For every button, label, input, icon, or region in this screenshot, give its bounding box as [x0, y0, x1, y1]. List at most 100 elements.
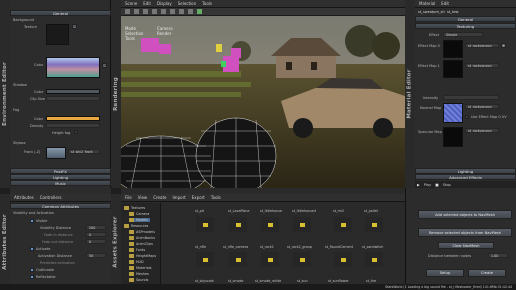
light-icon[interactable]: [188, 9, 193, 14]
node-distance-field[interactable]: 1.00: [488, 253, 508, 258]
use-effect-map-checkbox[interactable]: [465, 115, 469, 119]
activation-distance-field[interactable]: 50: [86, 253, 106, 258]
clear-navmesh-button[interactable]: Clear NavMesh: [438, 242, 494, 249]
tree-item-materials[interactable]: Materials: [129, 266, 152, 270]
menu-export[interactable]: Export: [192, 195, 205, 200]
tree-item-hud[interactable]: HUD: [129, 260, 144, 264]
play-button-icon[interactable]: ▶: [417, 183, 420, 187]
asset-thumbnail[interactable]: [260, 216, 280, 233]
tree-item-aspmodels[interactable]: ASPmodels: [129, 230, 155, 234]
asset-thumbnail[interactable]: [364, 251, 384, 268]
fade-in-field[interactable]: 0: [86, 232, 106, 237]
reflectable-checkbox[interactable]: [30, 275, 34, 279]
shadow-color-swatch[interactable]: [46, 89, 100, 94]
background-color-gradient[interactable]: [46, 57, 100, 78]
rendering-tab[interactable]: Rendering: [111, 0, 121, 188]
tree-item-resources[interactable]: Resources: [124, 224, 148, 228]
menu-scene[interactable]: Scene: [125, 1, 137, 6]
grid-icon[interactable]: [170, 9, 175, 14]
asset-name[interactable]: st_sunflower: [328, 279, 349, 283]
menu-attributes[interactable]: Attributes: [14, 195, 34, 200]
asset-name[interactable]: st_smoke_white: [255, 279, 281, 283]
texturing-header[interactable]: Texturing: [415, 23, 516, 29]
material-general-header[interactable]: General: [415, 16, 516, 22]
shadow-clip-field[interactable]: [46, 96, 100, 101]
asset-name[interactable]: st_rock2_group: [287, 245, 312, 249]
color-picker-button[interactable]: …: [102, 63, 107, 68]
fog-color-swatch[interactable]: [46, 116, 100, 121]
skybox-front-swatch[interactable]: [46, 147, 66, 159]
skybox-front-field[interactable]: st_sky2_front: [68, 149, 100, 154]
normal-map-field[interactable]: st_rockcanyon: [465, 104, 499, 109]
menu-view[interactable]: View: [138, 195, 148, 200]
menu-import[interactable]: Import: [173, 195, 186, 200]
asset-thumbnail[interactable]: [260, 251, 280, 268]
asset-name[interactable]: st_sandwitch: [362, 245, 383, 249]
asset-name[interactable]: st_tire: [366, 279, 376, 283]
effect-map-0-field[interactable]: st_rockcanyon: [465, 43, 499, 48]
remove-from-navmesh-button[interactable]: Remove selected objects from NavMesh: [418, 228, 512, 237]
tree-item-meshes[interactable]: Meshes: [129, 272, 149, 276]
camera-icon[interactable]: [179, 9, 184, 14]
asset-name[interactable]: st_pallet: [364, 209, 378, 213]
tree-item-sounds[interactable]: Sounds: [129, 278, 148, 282]
effect-map-1-field[interactable]: st_rockcanyon: [465, 63, 499, 68]
asset-thumbnail[interactable]: [333, 251, 353, 268]
snap-icon[interactable]: [161, 9, 166, 14]
asset-name[interactable]: st_sun: [297, 279, 308, 283]
menu-display[interactable]: Display: [157, 1, 172, 6]
outlinable-checkbox[interactable]: [30, 268, 34, 272]
move-icon[interactable]: [134, 9, 139, 14]
tree-item-textures[interactable]: Textures: [124, 206, 145, 210]
specular-map-swatch[interactable]: [443, 127, 463, 147]
asset-thumbnail[interactable]: [292, 216, 312, 233]
asset-thumbnail[interactable]: [364, 216, 384, 233]
fog-height-checkbox[interactable]: [74, 130, 78, 134]
assets-explorer-tab[interactable]: Assets Explorer: [111, 194, 121, 290]
menu-controllers[interactable]: Controllers: [40, 195, 62, 200]
asset-name[interactable]: st_littlehouse: [260, 209, 282, 213]
music-header[interactable]: Music: [10, 180, 111, 186]
asset-thumbnail[interactable]: [228, 216, 248, 233]
rotate-icon[interactable]: [143, 9, 148, 14]
material-editor-tab[interactable]: Material Editor: [405, 0, 415, 188]
asset-name[interactable]: st_skyscale: [195, 279, 214, 283]
asset-name[interactable]: st_rock2: [260, 245, 274, 249]
stop-button-icon[interactable]: ■: [435, 183, 438, 187]
3d-viewport[interactable]: Mode Selection Tools Camera Render: [121, 16, 405, 188]
asset-thumbnail[interactable]: [228, 251, 248, 268]
specular-map-field[interactable]: st_rockcanyon: [465, 128, 499, 133]
asset-name[interactable]: st_littlehouse4: [292, 209, 316, 213]
menu-material-edit[interactable]: Edit: [441, 1, 449, 6]
common-attributes-header[interactable]: Common Attributes: [10, 203, 111, 209]
play-button[interactable]: Play: [424, 183, 432, 187]
environment-editor-tab[interactable]: Environment Editor: [0, 0, 10, 188]
fog-density-field[interactable]: [46, 123, 100, 128]
menu-file[interactable]: File: [125, 195, 132, 200]
tree-item-fonts[interactable]: Fonts: [129, 248, 145, 252]
tree-item-animbanks[interactable]: AnimBanks: [129, 236, 155, 240]
asset-name[interactable]: st_smoke: [228, 279, 243, 283]
add-to-navmesh-button[interactable]: Add selected objects to NavMesh: [418, 210, 512, 219]
asset-thumbnail[interactable]: [195, 216, 215, 233]
effect-map-0-clear-button[interactable]: ×: [501, 43, 506, 48]
advanced-effects-header[interactable]: Advanced Effects: [415, 174, 516, 180]
activate-checkbox[interactable]: [30, 247, 34, 251]
visible-checkbox[interactable]: [30, 219, 34, 223]
menu-assets-tools[interactable]: Tools: [211, 195, 221, 200]
play-icon[interactable]: [197, 9, 202, 14]
visibility-distance-field[interactable]: 200: [86, 225, 106, 230]
asset-name[interactable]: st_mill: [333, 209, 344, 213]
intensity-slider[interactable]: [443, 95, 499, 100]
normal-map-swatch[interactable]: [443, 103, 463, 123]
effect-map-1-swatch[interactable]: [443, 60, 463, 78]
menu-material[interactable]: Material: [419, 1, 435, 6]
asset-name[interactable]: st_rifle: [195, 245, 206, 249]
stop-button[interactable]: Stop: [443, 183, 451, 187]
menu-create[interactable]: Create: [153, 195, 166, 200]
menu-selection[interactable]: Selection: [178, 1, 196, 6]
tree-item-camera[interactable]: Camera: [129, 212, 149, 216]
setup-button[interactable]: Setup: [426, 269, 464, 277]
asset-thumbnail[interactable]: [333, 216, 353, 233]
asset-name[interactable]: st_pit: [195, 209, 204, 213]
